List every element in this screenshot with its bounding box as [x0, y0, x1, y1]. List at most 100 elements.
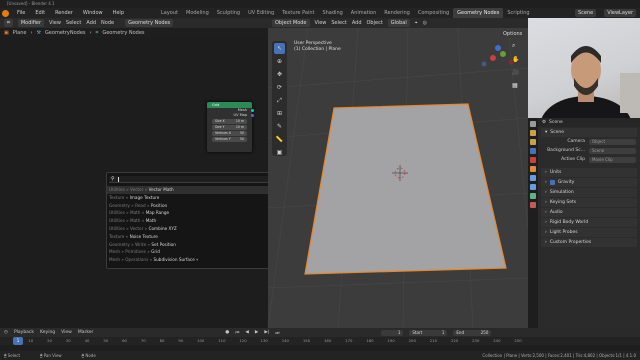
material-tab-icon[interactable] [530, 202, 536, 208]
tl-menu-keying[interactable]: Keying [40, 330, 55, 335]
tab-texture-paint[interactable]: Texture Paint [278, 8, 318, 18]
node-field-size-y[interactable]: Size Y 10 m [212, 125, 247, 130]
next-key-icon[interactable]: ▶| [264, 330, 269, 335]
data-tab-icon[interactable] [530, 193, 536, 199]
tab-rendering[interactable]: Rendering [380, 8, 414, 18]
plane-object[interactable] [304, 103, 507, 275]
record-icon[interactable]: ● [225, 330, 229, 335]
camera-icon[interactable]: 🎥 [512, 69, 519, 76]
panel-scene[interactable]: ▾ Scene [541, 128, 637, 137]
vp-menu-view[interactable]: View [315, 20, 327, 26]
start-frame-field[interactable]: Start 1 [409, 329, 448, 336]
tab-animation[interactable]: Animation [347, 8, 381, 18]
background-field[interactable]: Scene [589, 147, 636, 154]
move-icon[interactable]: ✥ [274, 69, 285, 80]
proportional-icon[interactable]: ◎ [423, 20, 427, 26]
menu-select[interactable]: Select [66, 20, 81, 26]
jump-end-icon[interactable]: ⏭ [275, 330, 279, 336]
editor-type-icon[interactable]: ⌗ [4, 19, 13, 27]
panel-gravity[interactable]: › Gravity [541, 178, 637, 187]
tool-tab-icon[interactable] [530, 121, 536, 127]
add-cube-icon[interactable]: ▣ [274, 147, 285, 158]
vp-menu-add[interactable]: Add [352, 20, 362, 26]
physics-tab-icon[interactable] [530, 184, 536, 190]
menu-edit[interactable]: Edit [30, 10, 50, 16]
select-box-icon[interactable]: ↖ [274, 43, 285, 54]
node-tree-selector[interactable]: Geometry Nodes [125, 19, 174, 27]
search-result[interactable]: Texture » Image Texture [107, 194, 292, 202]
menu-view[interactable]: View [49, 20, 61, 26]
node-field-size-x[interactable]: Size X 10 m [212, 119, 247, 124]
pan-icon[interactable]: ✋ [512, 56, 519, 63]
menu-node[interactable]: Node [101, 20, 114, 26]
menu-help[interactable]: Help [108, 10, 129, 16]
scene-tab-icon[interactable] [530, 148, 536, 154]
panel-units[interactable]: › Units [541, 168, 637, 177]
search-result[interactable]: Utilities » Vector » Vector Math [107, 186, 292, 194]
timeline-ruler[interactable]: 1 11020304050607080901001101201301401501… [0, 337, 640, 345]
vp-menu-object[interactable]: Object [367, 20, 383, 26]
panel-simulation[interactable]: › Simulation [541, 188, 637, 197]
tab-compositing[interactable]: Compositing [414, 8, 453, 18]
search-result[interactable]: Mesh » Primitives » Grid [107, 248, 292, 256]
search-result[interactable]: Texture » Noise Texture [107, 233, 292, 241]
modifier-tab-icon[interactable] [530, 175, 536, 181]
blender-logo-icon[interactable] [2, 9, 9, 17]
tl-menu-playback[interactable]: Playback [14, 330, 34, 335]
orientation-selector[interactable]: Global [387, 19, 410, 27]
panel-custom-properties[interactable]: › Custom Properties [541, 238, 637, 247]
panel-light-probes[interactable]: › Light Probes [541, 228, 637, 237]
tab-scripting[interactable]: Scripting [503, 8, 533, 18]
menu-window[interactable]: Window [78, 10, 108, 16]
grid-node[interactable]: Grid Mesh UV Map Size X 10 m Size Y 10 m V… [207, 102, 254, 152]
search-result[interactable]: Utilities » Math » Math [107, 217, 292, 225]
grid-view-icon[interactable]: ▦ [512, 82, 519, 89]
panel-audio[interactable]: › Audio [541, 208, 637, 217]
world-tab-icon[interactable] [530, 157, 536, 163]
cursor-icon[interactable]: ⊕ [274, 56, 285, 67]
camera-field[interactable]: Object [589, 138, 636, 145]
current-frame-field[interactable]: 1 [381, 329, 404, 336]
menu-add[interactable]: Add [86, 20, 96, 26]
search-result[interactable]: Geometry » Write » Set Position [107, 241, 292, 249]
node-output-uvmap[interactable]: UV Map [207, 113, 254, 118]
node-field-vertices-y[interactable]: Vertices Y 50 [212, 137, 247, 142]
scene-selector[interactable]: Scene [574, 9, 597, 17]
clock-icon[interactable]: ◷ [4, 330, 8, 335]
menu-file[interactable]: File [12, 10, 30, 16]
scale-icon[interactable]: ⤢ [274, 95, 285, 106]
jump-start-icon[interactable]: ⏮ [235, 330, 239, 336]
render-tab-icon[interactable] [530, 130, 536, 136]
viewlayer-selector[interactable]: ViewLayer [604, 9, 636, 17]
options-button[interactable]: Options [500, 30, 526, 38]
mode-selector[interactable]: Object Mode [272, 19, 310, 27]
tab-geometry-nodes[interactable]: Geometry Nodes [453, 8, 504, 18]
end-frame-field[interactable]: End 250 [453, 329, 492, 336]
search-input[interactable]: ⚲ [109, 176, 290, 183]
navigation-gizmo[interactable] [481, 45, 514, 67]
object-tab-icon[interactable] [530, 166, 536, 172]
play-icon[interactable]: ▶ [255, 330, 258, 335]
tab-layout[interactable]: Layout [157, 8, 182, 18]
node-field-vertices-x[interactable]: Vertices X 50 [212, 131, 247, 136]
measure-icon[interactable]: 📏 [274, 134, 285, 145]
gravity-checkbox[interactable] [549, 180, 555, 185]
search-result[interactable]: Mesh » Operations » Subdivision Surface … [107, 256, 292, 264]
transform-icon[interactable]: ⊞ [274, 108, 285, 119]
tab-modeling[interactable]: Modeling [182, 8, 213, 18]
snap-icon[interactable]: ⌖ [415, 20, 418, 26]
tab-shading[interactable]: Shading [318, 8, 346, 18]
tl-menu-view[interactable]: View [61, 330, 72, 335]
panel-rigid-body[interactable]: › Rigid Body World [541, 218, 637, 227]
rotate-icon[interactable]: ⟳ [274, 82, 285, 93]
tab-sculpting[interactable]: Sculpting [213, 8, 244, 18]
vp-menu-select[interactable]: Select [331, 20, 346, 26]
active-clip-field[interactable]: Movie Clip [589, 156, 636, 163]
panel-keying-sets[interactable]: › Keying Sets [541, 198, 637, 207]
tl-menu-marker[interactable]: Marker [78, 330, 94, 335]
search-result[interactable]: Utilities » Vector » Combine XYZ [107, 225, 292, 233]
search-result[interactable]: Utilities » Math » Map Range [107, 209, 292, 217]
prev-key-icon[interactable]: ◀ [245, 330, 248, 335]
tab-uv-editing[interactable]: UV Editing [244, 8, 278, 18]
zoom-icon[interactable]: ⌕ [512, 42, 519, 50]
